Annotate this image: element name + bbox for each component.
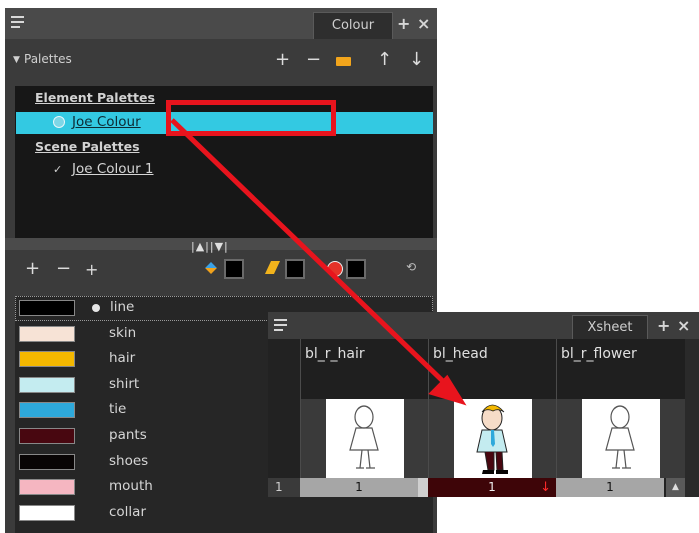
annotation-arrow <box>170 118 467 406</box>
